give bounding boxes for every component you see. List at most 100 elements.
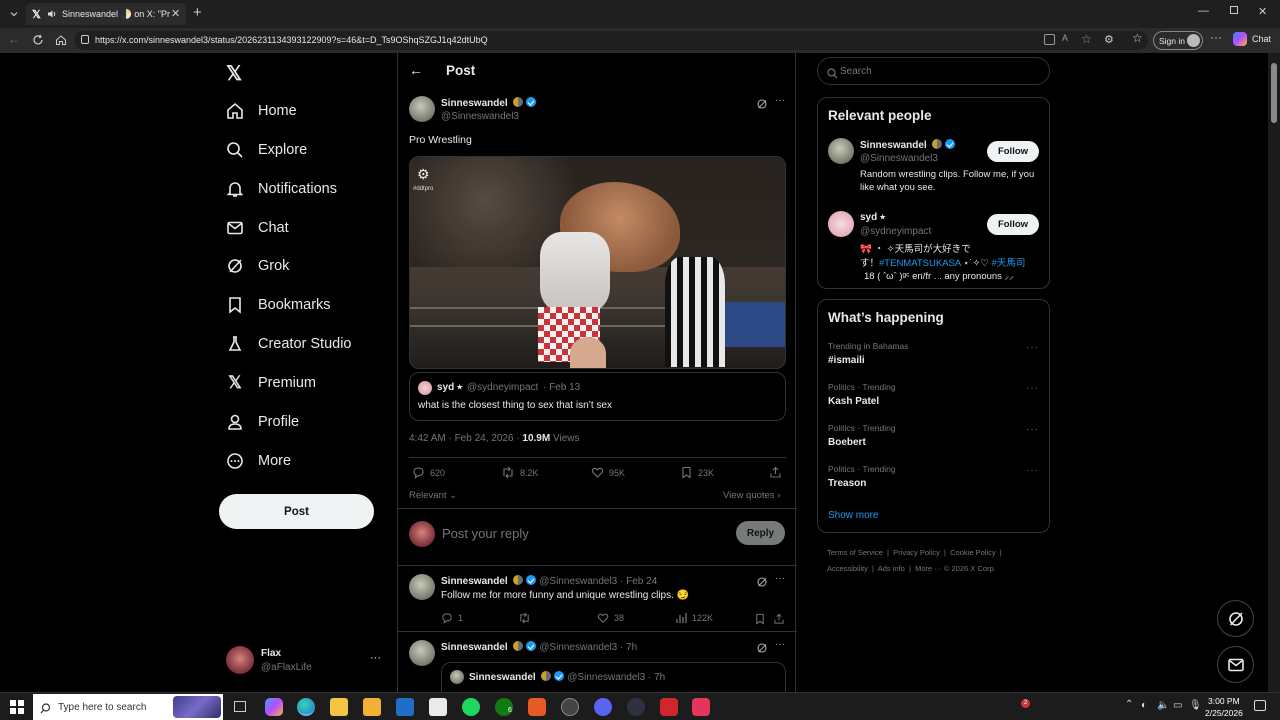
app-icon[interactable] (561, 698, 579, 716)
post-more-icon[interactable]: ··· (775, 95, 785, 106)
read-aloud-icon[interactable]: A (1062, 33, 1068, 43)
sidebar-item-bookmarks[interactable]: Bookmarks (224, 287, 331, 323)
avatar[interactable] (409, 96, 435, 122)
avatar[interactable] (828, 138, 854, 164)
document-icon[interactable] (429, 698, 447, 716)
avatar[interactable] (828, 211, 854, 237)
notification-center-icon[interactable] (1254, 700, 1266, 711)
trend-item[interactable]: Politics · Trending Treason ··· (828, 464, 1043, 489)
bookmark-icon[interactable] (754, 612, 766, 630)
footer-link[interactable]: Privacy Policy (893, 548, 940, 557)
account-switcher[interactable]: Flax @aFlaxLife ··· (226, 646, 384, 676)
search-input[interactable]: Search (817, 57, 1050, 85)
store-icon[interactable] (363, 698, 381, 716)
reply-action[interactable]: 1 (441, 612, 463, 624)
trend-more-icon[interactable]: ··· (1026, 424, 1039, 435)
edge-browser-icon[interactable] (297, 698, 315, 716)
extensions-icon[interactable]: ⚙ (1104, 33, 1114, 46)
follow-button[interactable]: Follow (987, 214, 1039, 235)
volume-icon[interactable]: 🔈 (1157, 700, 1169, 711)
refresh-icon[interactable] (32, 33, 44, 51)
favorite-star-icon[interactable]: ☆ (1081, 32, 1092, 46)
sort-replies-dropdown[interactable]: Relevant ⌄ (409, 490, 457, 501)
minimize-icon[interactable]: — (1198, 5, 1209, 17)
sidebar-item-grok[interactable]: Grok (224, 248, 289, 284)
app-icon[interactable] (627, 698, 645, 716)
clock-date[interactable]: 2/25/2026 (1205, 708, 1243, 718)
trend-item[interactable]: Trending in Bahamas #ismaili ··· (828, 341, 1043, 366)
account-more-icon[interactable]: ··· (370, 652, 381, 664)
view-quotes-link[interactable]: View quotes › (723, 490, 780, 501)
page-scrollbar[interactable] (1268, 53, 1280, 692)
views-action[interactable]: 122K (675, 612, 713, 624)
sidebar-item-premium[interactable]: 𝕏 Premium (224, 365, 316, 401)
spotify-icon[interactable] (462, 698, 480, 716)
reply-input[interactable]: Post your reply (442, 526, 529, 541)
like-action[interactable]: 95K (591, 466, 625, 479)
post-button[interactable]: Post (219, 494, 374, 529)
reply-post[interactable]: Sinneswandel @Sinneswandel3 · Feb 24 ···… (398, 566, 797, 631)
new-tab-icon[interactable]: + (193, 4, 202, 21)
nested-quoted-post[interactable]: Sinneswandel @Sinneswandel3 · 7h (441, 662, 786, 692)
app-available-icon[interactable] (1044, 34, 1055, 45)
repost-action[interactable]: 8.2K (501, 466, 539, 479)
messages-floating-button[interactable] (1217, 646, 1254, 683)
reply-action[interactable]: 620 (412, 466, 445, 479)
home-nav-icon[interactable] (55, 33, 67, 51)
trend-more-icon[interactable]: ··· (1026, 342, 1039, 353)
reply-button[interactable]: Reply (736, 521, 785, 545)
sidebar-item-chat[interactable]: Chat (224, 210, 289, 246)
reply-more-icon[interactable]: ··· (775, 639, 785, 650)
tab-close-icon[interactable]: ✕ (171, 7, 180, 20)
show-more-link[interactable]: Show more (828, 510, 879, 521)
restore-icon[interactable] (1230, 6, 1238, 14)
footer-link[interactable]: Terms of Service (827, 548, 883, 557)
window-close-icon[interactable]: ✕ (1258, 5, 1267, 18)
url-field[interactable]: https://x.com/sinneswandel3/status/20262… (74, 31, 1148, 50)
sidebar-item-explore[interactable]: Explore (224, 132, 307, 168)
post-timestamp[interactable]: 4:42 AM · Feb 24, 2026 · (409, 433, 520, 444)
footer-link[interactable]: Cookie Policy (950, 548, 995, 557)
outlook-icon[interactable] (396, 698, 414, 716)
network-icon[interactable]: ▭ (1173, 700, 1182, 711)
footer-link[interactable]: Accessibility (827, 564, 868, 573)
reply-post[interactable]: Sinneswandel @Sinneswandel3 · 7h ··· Sin… (398, 632, 797, 692)
post-author-handle[interactable]: @Sinneswandel3 (441, 111, 519, 122)
trend-more-icon[interactable]: ··· (1026, 383, 1039, 394)
trend-item[interactable]: Politics · Trending Boebert ··· (828, 423, 1043, 448)
wifi-icon[interactable]: 🎙 (1189, 700, 1202, 711)
sidebar-item-home[interactable]: Home (224, 93, 297, 129)
back-arrow-icon[interactable]: ← (409, 62, 423, 78)
task-view-icon[interactable] (234, 701, 246, 712)
footer-link[interactable]: Ads info (878, 564, 905, 573)
hashtag-link[interactable]: #天馬司 (992, 258, 1026, 269)
person-name[interactable]: syd ⭑ (860, 212, 885, 223)
trend-item[interactable]: Politics · Trending Kash Patel ··· (828, 382, 1043, 407)
windows-start-icon[interactable] (10, 700, 24, 714)
copilot-app-icon[interactable] (265, 698, 283, 716)
browser-tab[interactable]: 𝕏 Sinneswandel 🌓 on X: "Pro W ✕ (26, 3, 186, 25)
share-icon[interactable] (773, 612, 785, 630)
post-author-name[interactable]: Sinneswandel (441, 97, 537, 109)
like-action[interactable]: 38 (597, 612, 624, 624)
post-video[interactable]: ⚙ #ddtpro (409, 156, 786, 369)
footer-link[interactable]: More ··· (915, 564, 942, 573)
grok-explain-icon[interactable] (756, 97, 768, 115)
follow-button[interactable]: Follow (987, 141, 1039, 162)
file-explorer-icon[interactable] (330, 698, 348, 716)
reply-more-icon[interactable]: ··· (775, 573, 785, 584)
back-nav-icon[interactable]: ← (8, 32, 20, 46)
person-name[interactable]: Sinneswandel (860, 139, 956, 151)
favorites-icon[interactable]: ☆ (1132, 31, 1143, 45)
app-icon[interactable] (692, 698, 710, 716)
sidebar-item-notifications[interactable]: Notifications (224, 171, 337, 207)
sidebar-item-profile[interactable]: Profile (224, 404, 299, 440)
discord-icon[interactable] (594, 698, 612, 716)
x-logo-icon[interactable]: 𝕏 (226, 61, 242, 86)
scrollbar-thumb[interactable] (1271, 63, 1277, 123)
app-icon[interactable] (660, 698, 678, 716)
hashtag-link[interactable]: #TENMATSUKASA (879, 258, 961, 269)
clock-time[interactable]: 3:00 PM (1208, 696, 1240, 706)
browser-menu-icon[interactable]: ··· (1210, 30, 1222, 44)
repost-action[interactable] (518, 612, 536, 624)
